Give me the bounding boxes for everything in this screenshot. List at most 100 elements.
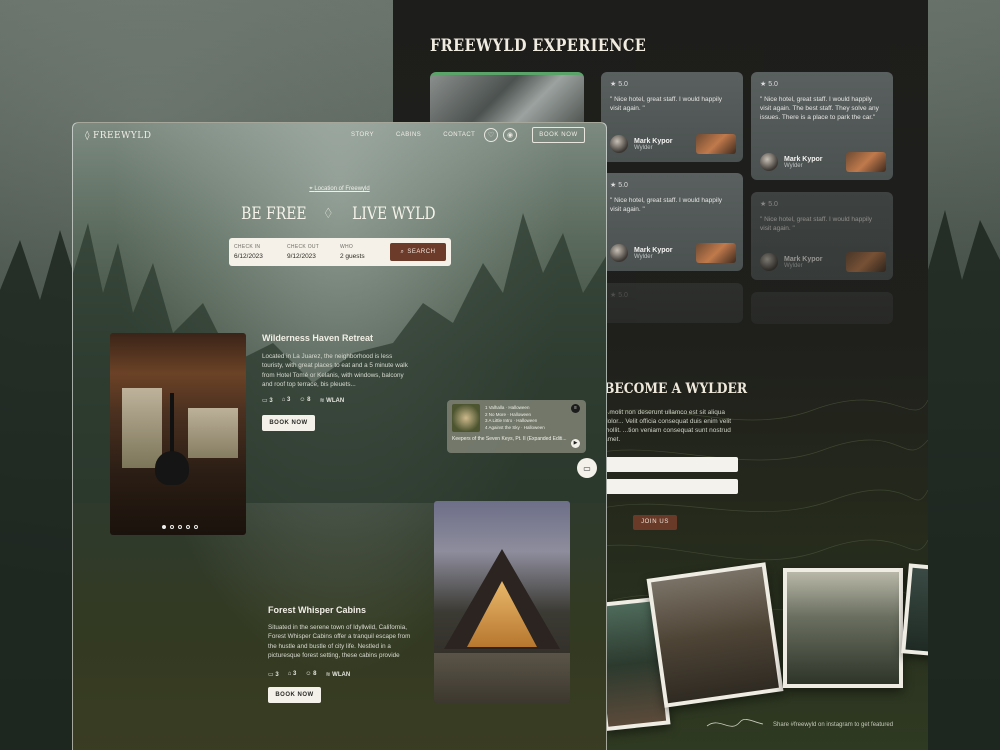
hero-left: BE FREE xyxy=(241,204,308,224)
carousel-dot[interactable] xyxy=(162,525,166,529)
nav-link-contact[interactable]: CONTACT xyxy=(443,132,475,138)
flame-logo-icon: ◊ xyxy=(85,131,90,141)
reviewer-role: Wylder xyxy=(784,262,803,269)
reviewer-role: Wylder xyxy=(634,253,653,260)
cabin-book-button[interactable]: BOOK NOW xyxy=(268,687,321,703)
bath-icon: ⌂ 3 xyxy=(287,671,297,677)
flame-icon: ♢ xyxy=(323,206,334,222)
review-card-faded: ★ 5.0 xyxy=(601,283,743,323)
review-card: ★ 5.0 " Nice hotel, great staff. I would… xyxy=(751,72,893,180)
review-card: ★ 5.0 " Nice hotel, great staff. I would… xyxy=(601,72,743,162)
review-thumbnail xyxy=(846,152,886,172)
heart-icon[interactable]: ♡ xyxy=(484,128,498,142)
reviewer-role: Wylder xyxy=(634,144,653,151)
name-field[interactable] xyxy=(604,457,738,472)
location-link[interactable]: ⌖ Location of Freewyld xyxy=(73,186,606,193)
reviewer-name: Mark Kypor xyxy=(634,246,673,254)
nav-icons: ♡ ◉ xyxy=(484,128,517,142)
booking-search-bar: CHECK IN 6/12/2023 CHECK OUT 9/12/2023 W… xyxy=(229,238,451,266)
instagram-caption: Share #freewyld on instagram to get feat… xyxy=(773,722,894,728)
reviewer-name: Mark Kypor xyxy=(634,137,673,145)
bed-icon: ▭ 3 xyxy=(268,672,279,678)
carousel-dot[interactable] xyxy=(170,525,174,529)
review-thumbnail xyxy=(846,252,886,272)
wifi-icon: ≋ WLAN xyxy=(319,398,345,404)
guests-icon: ☺ 8 xyxy=(299,397,311,403)
cabin-title: Forest Whisper Cabins xyxy=(268,605,367,615)
carousel-dot[interactable] xyxy=(186,525,190,529)
wylder-text: ...molit non deserunt ullamco est sit al… xyxy=(604,409,732,443)
avatar xyxy=(610,135,628,153)
cabin-description: Located in La Juarez, the neighborhood i… xyxy=(262,353,408,388)
nav-links: STORY CABINS CONTACT xyxy=(351,132,475,138)
guests-field[interactable]: WHO 2 guests xyxy=(340,244,393,260)
review-card: ★ 5.0 " Nice hotel, great staff. I would… xyxy=(601,173,743,271)
search-button[interactable]: ⌕ SEARCH xyxy=(390,243,446,261)
nav-link-story[interactable]: STORY xyxy=(351,132,374,138)
hero-heading: BE FREE ♢ LIVE WYLD xyxy=(73,204,606,224)
arrow-doodle-icon xyxy=(706,719,764,727)
reviewer-name: Mark Kypor xyxy=(784,255,823,263)
review-stars: ★ 5.0 xyxy=(610,81,628,88)
album-art xyxy=(452,404,480,432)
bed-icon: ▭ 3 xyxy=(262,398,273,404)
review-card-faded xyxy=(751,292,893,324)
cabin-photo-aframe[interactable] xyxy=(434,501,570,703)
logo-text: FREEWYLD xyxy=(92,131,152,141)
review-person: Mark Kypor Wylder xyxy=(610,244,673,262)
avatar xyxy=(760,253,778,271)
song-title: Keepers of the Seven Keys, Pt. II (Expan… xyxy=(452,436,567,442)
instagram-photo xyxy=(783,568,903,688)
checkout-field[interactable]: CHECK OUT 9/12/2023 xyxy=(287,244,340,260)
review-person: Mark Kypor Wylder xyxy=(760,153,823,171)
location-text: Location of Freewyld xyxy=(314,186,370,192)
checkin-field[interactable]: CHECK IN 6/12/2023 xyxy=(234,244,287,260)
review-card: ★ 5.0 " Nice hotel, great staff. I would… xyxy=(751,192,893,280)
review-person: Mark Kypor Wylder xyxy=(610,135,673,153)
music-player-widget[interactable]: 1 Valhalla · Halloween 2 No More · Hallo… xyxy=(447,400,586,453)
review-stars: ★ 5.0 xyxy=(760,201,778,208)
cabin-amenities: ▭ 3 ⌂ 3 ☺ 8 ≋ WLAN xyxy=(268,671,350,678)
book-now-nav-button[interactable]: BOOK NOW xyxy=(532,127,585,143)
carousel-dots xyxy=(162,525,198,529)
reviewer-role: Wylder xyxy=(784,162,803,169)
wifi-icon: ≋ WLAN xyxy=(325,672,351,678)
play-icon[interactable]: ▶ xyxy=(571,439,580,448)
top-nav: ◊ FREEWYLD xyxy=(73,123,606,149)
carousel-dot[interactable] xyxy=(178,525,182,529)
cabin-amenities: ▭ 3 ⌂ 3 ☺ 8 ≋ WLAN xyxy=(262,397,344,404)
experience-title: FREEWYLD EXPERIENCE xyxy=(430,36,647,56)
avatar xyxy=(760,153,778,171)
instagram-photo xyxy=(646,562,784,708)
cabin-photo-interior[interactable] xyxy=(110,333,246,535)
review-quote: " Nice hotel, great staff. I would happi… xyxy=(610,197,723,213)
nav-link-cabins[interactable]: CABINS xyxy=(396,132,421,138)
cabin-book-button[interactable]: BOOK NOW xyxy=(262,415,315,431)
avatar xyxy=(610,244,628,262)
review-quote: " Nice hotel, great staff. I would happi… xyxy=(760,216,873,232)
homepage-frame: ◊ FREEWYLD STORY CABINS CONTACT ♡ ◉ BOOK… xyxy=(72,122,607,750)
hero-right: LIVE WYLD xyxy=(351,204,436,224)
cabin-title: Wilderness Haven Retreat xyxy=(262,333,373,343)
chat-icon[interactable]: ▭ xyxy=(577,458,597,478)
cabin-description: Situated in the serene town of Idyllwild… xyxy=(268,624,411,659)
tracklist: 1 Valhalla · Halloween 2 No More · Hallo… xyxy=(485,405,545,430)
search-icon: ⌕ xyxy=(400,248,405,255)
wylder-title: BECOME A WYLDER xyxy=(604,381,748,397)
review-stars: ★ 5.0 xyxy=(610,182,628,189)
carousel-dot[interactable] xyxy=(194,525,198,529)
user-icon[interactable]: ◉ xyxy=(503,128,517,142)
email-field[interactable] xyxy=(604,479,738,494)
logo[interactable]: ◊ FREEWYLD xyxy=(85,131,152,141)
review-quote: " Nice hotel, great staff. I would happi… xyxy=(610,96,723,112)
review-thumbnail xyxy=(696,243,736,263)
join-button[interactable]: JOIN US xyxy=(633,515,677,530)
review-stars: ★ 5.0 xyxy=(760,81,778,88)
reviewer-name: Mark Kypor xyxy=(784,155,823,163)
review-quote: " Nice hotel, great staff. I would happi… xyxy=(760,96,879,121)
guests-icon: ☺ 8 xyxy=(305,671,317,677)
review-person: Mark Kypor Wylder xyxy=(760,253,823,271)
review-thumbnail xyxy=(696,134,736,154)
spotify-icon: ≡ xyxy=(571,404,580,413)
bath-icon: ⌂ 3 xyxy=(281,397,291,403)
